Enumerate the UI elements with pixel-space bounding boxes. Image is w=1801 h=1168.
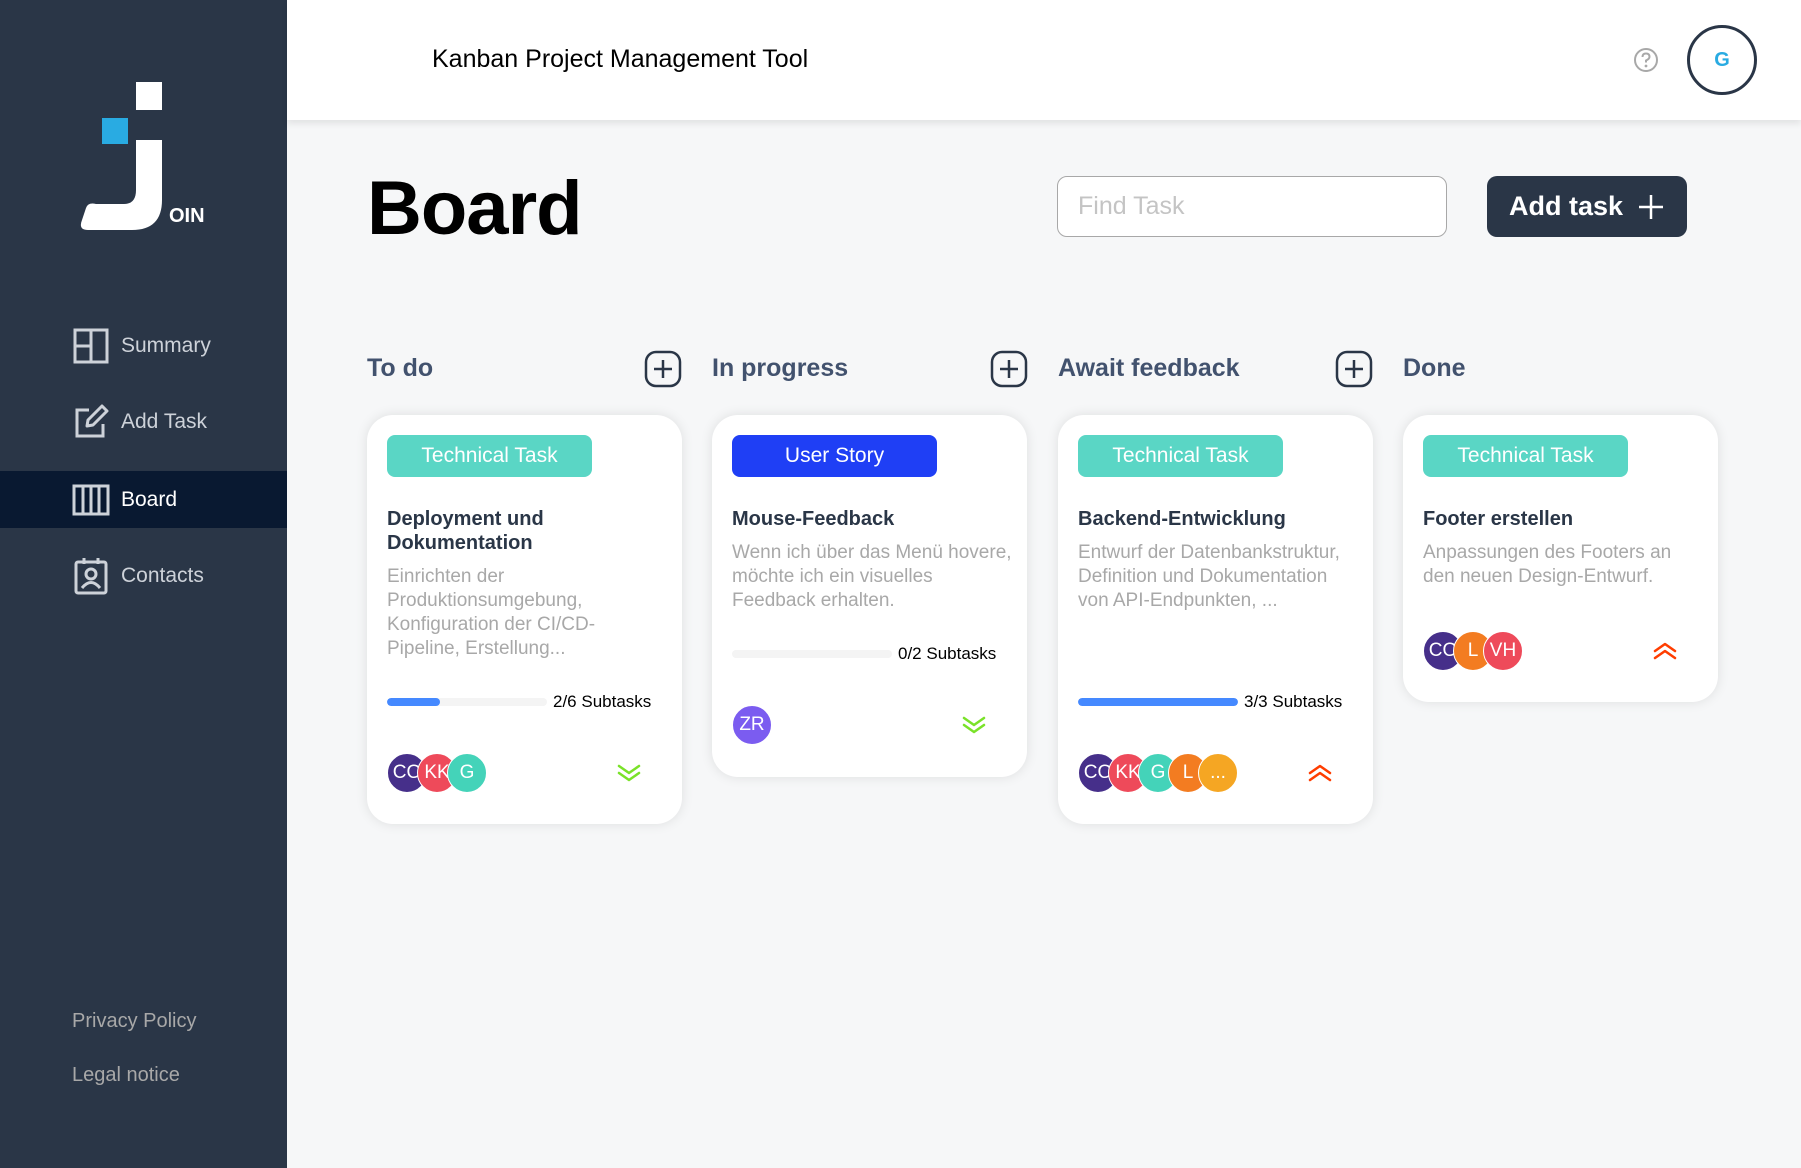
category-badge: User Story — [732, 435, 937, 477]
priority-urgent-icon — [1307, 763, 1333, 783]
add-to-in-progress-icon[interactable] — [990, 350, 1028, 388]
task-description: Einrichten der Produktionsumgebung, Konf… — [387, 566, 596, 659]
subtask-count: 0/2 Subtasks — [898, 644, 997, 663]
task-description: Entwurf der Datenbankstruktur, Definitio… — [1078, 542, 1340, 611]
assignee-avatars: CO KK G L ... — [1078, 753, 1238, 793]
subtask-progress-bar — [732, 650, 892, 658]
avatar: VH — [1483, 631, 1523, 671]
column-title-todo: To do — [367, 354, 434, 382]
avatar: G — [447, 753, 487, 793]
task-title: Backend-Entwicklung — [1078, 508, 1286, 530]
search-field — [1057, 176, 1447, 237]
task-description: Anpassungen des Footers an den neuen Des… — [1423, 542, 1672, 587]
subtask-count: 3/3 Subtasks — [1244, 692, 1343, 711]
legal-notice-link[interactable]: Legal notice — [72, 1064, 180, 1087]
priority-low-icon — [616, 763, 642, 783]
category-badge: Technical Task — [1078, 435, 1283, 477]
sidebar-item-label: Board — [121, 487, 178, 511]
avatar-more: ... — [1198, 753, 1238, 793]
add-task-icon — [72, 403, 110, 441]
category-badge: Technical Task — [1423, 435, 1628, 477]
sidebar-item-contacts[interactable]: Contacts — [0, 547, 287, 604]
sidebar-item-board[interactable]: Board — [0, 471, 287, 528]
column-title-await-feedback: Await feedback — [1058, 354, 1240, 382]
header: Kanban Project Management Tool G — [287, 0, 1801, 120]
progress-fill — [1078, 698, 1238, 706]
subtask-progress-bar — [387, 698, 547, 706]
add-to-await-feedback-icon[interactable] — [1335, 350, 1373, 388]
contacts-icon — [72, 557, 110, 595]
assignee-avatars: CO L VH — [1423, 631, 1523, 671]
privacy-policy-link[interactable]: Privacy Policy — [72, 1010, 196, 1033]
task-title: Deployment und Dokumentation — [387, 508, 544, 554]
sidebar-item-label: Summary — [121, 333, 211, 357]
add-task-button-label: Add task — [1508, 191, 1624, 221]
subtask-progress-bar — [1078, 698, 1238, 706]
user-avatar[interactable]: G — [1687, 25, 1757, 95]
summary-icon — [72, 327, 110, 365]
page-title: Board — [367, 166, 583, 251]
plus-icon — [1639, 194, 1664, 219]
progress-fill — [387, 698, 440, 706]
help-icon[interactable] — [1633, 47, 1659, 73]
app-title: Kanban Project Management Tool — [432, 45, 809, 73]
search-input[interactable] — [1058, 177, 1446, 236]
column-title-in-progress: In progress — [712, 354, 849, 382]
sidebar-item-label: Contacts — [121, 563, 204, 587]
task-title: Footer erstellen — [1423, 508, 1574, 530]
subtask-count: 2/6 Subtasks — [553, 692, 652, 711]
avatar: ZR — [732, 705, 772, 745]
task-card[interactable]: Technical Task Deployment und Dokumentat… — [367, 415, 682, 824]
task-card[interactable]: Technical Task Backend-Entwicklung Entwu… — [1058, 415, 1373, 824]
assignee-avatars: ZR — [732, 705, 772, 745]
task-card[interactable]: User Story Mouse-Feedback Wenn ich über … — [712, 415, 1027, 777]
category-badge: Technical Task — [387, 435, 592, 477]
priority-urgent-icon — [1652, 641, 1678, 661]
sidebar-item-summary[interactable]: Summary — [0, 317, 287, 374]
add-task-button[interactable]: Add task — [1487, 176, 1687, 237]
add-to-todo-icon[interactable] — [644, 350, 682, 388]
task-card[interactable]: Technical Task Footer erstellen Anpassun… — [1403, 415, 1718, 702]
join-logo[interactable]: OIN — [76, 80, 205, 232]
column-title-done: Done — [1403, 354, 1466, 382]
task-description: Wenn ich über das Menü hovere, möchte ic… — [732, 542, 1012, 611]
board-icon — [72, 481, 110, 519]
task-title: Mouse-Feedback — [732, 508, 895, 530]
assignee-avatars: CO KK G — [387, 753, 487, 793]
sidebar-item-add-task[interactable]: Add Task — [0, 393, 287, 450]
priority-low-icon — [961, 715, 987, 735]
sidebar: OIN Summary Add Task Board Contacts Priv… — [0, 0, 287, 1168]
sidebar-item-label: Add Task — [121, 409, 207, 433]
logo-text: OIN — [169, 205, 205, 227]
